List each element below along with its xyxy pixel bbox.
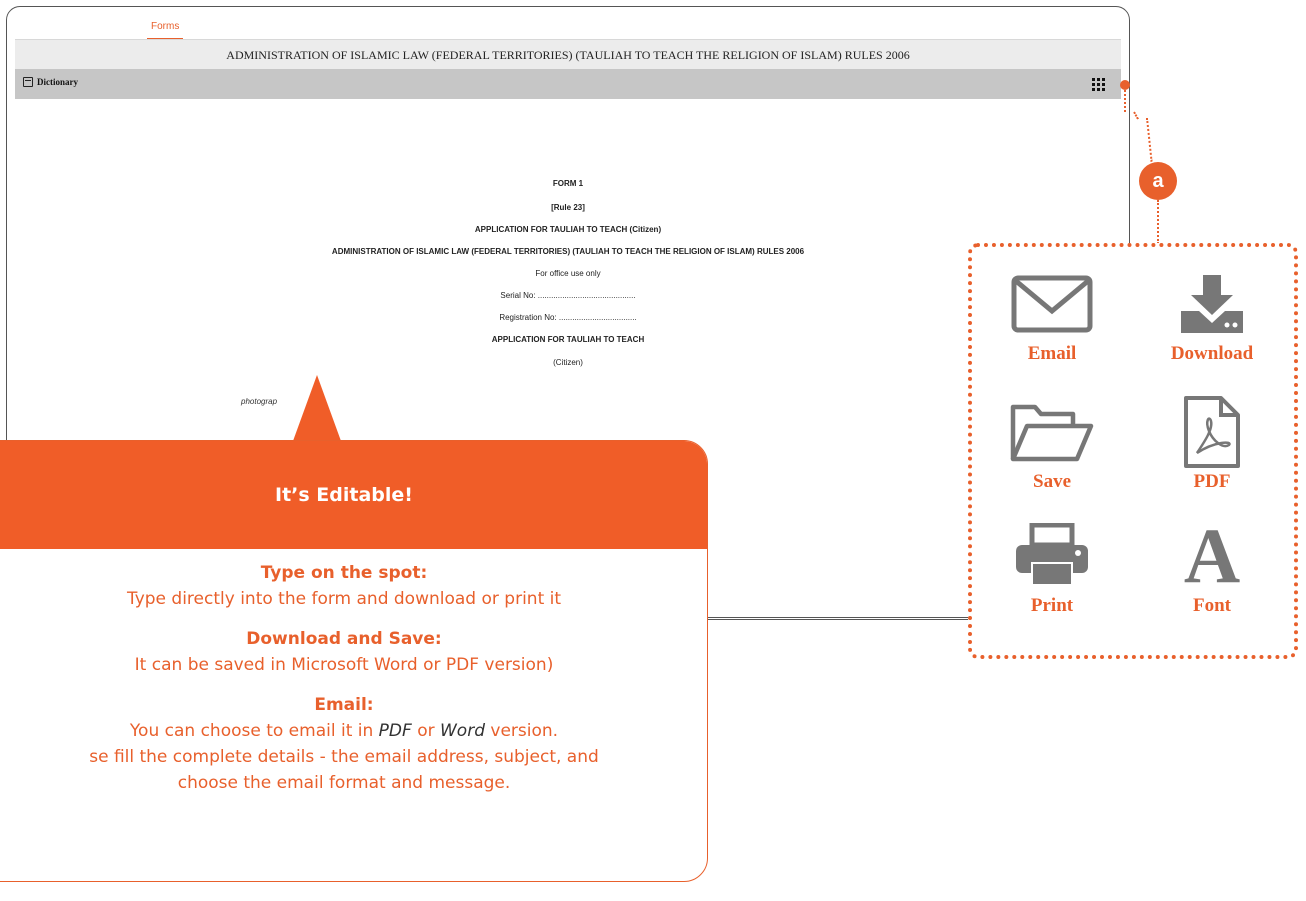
office-use-label: For office use only bbox=[535, 269, 601, 278]
font-action[interactable]: A Font bbox=[1142, 512, 1282, 617]
serial-number-field[interactable]: Serial No: .............................… bbox=[15, 291, 1121, 300]
save-action[interactable]: Save bbox=[982, 395, 1122, 493]
pdf-action[interactable]: PDF bbox=[1142, 395, 1282, 493]
photograph-label: photograp bbox=[241, 397, 278, 406]
email-details-text: se fill the complete details - the email… bbox=[89, 747, 599, 767]
envelope-icon bbox=[982, 267, 1122, 341]
rule-reference: [Rule 23] bbox=[551, 203, 585, 212]
connector-line bbox=[1157, 200, 1159, 244]
download-action[interactable]: Download bbox=[1142, 267, 1282, 365]
email-label: Email bbox=[1027, 343, 1077, 364]
form-act-heading: ADMINISTRATION OF ISLAMIC LAW (FEDERAL T… bbox=[331, 247, 805, 256]
tab-forms[interactable]: Forms bbox=[147, 21, 184, 39]
pdf-label: PDF bbox=[1193, 471, 1231, 492]
annotation-badge: a bbox=[1139, 162, 1177, 200]
application-heading: APPLICATION FOR TAULIAH TO TEACH bbox=[491, 335, 645, 344]
connector-line bbox=[1124, 90, 1126, 112]
callout-title: It’s Editable! bbox=[0, 441, 707, 549]
dictionary-button[interactable]: Dictionary bbox=[23, 77, 78, 87]
type-text: Type directly into the form and download… bbox=[126, 589, 562, 609]
email-format-text: choose the email format and message. bbox=[177, 773, 511, 793]
download-icon bbox=[1142, 267, 1282, 341]
email-text: You can choose to email it in PDF or Wor… bbox=[129, 721, 559, 741]
pdf-icon bbox=[1142, 395, 1282, 469]
document-toolbar: Dictionary bbox=[15, 69, 1121, 99]
print-label: Print bbox=[1030, 595, 1074, 616]
save-label: Save bbox=[1033, 471, 1071, 492]
document-title: ADMINISTRATION OF ISLAMIC LAW (FEDERAL T… bbox=[15, 39, 1121, 70]
frame-bottom-line bbox=[700, 617, 968, 618]
grid-menu-icon[interactable] bbox=[1092, 78, 1105, 91]
folder-icon bbox=[982, 395, 1122, 469]
download-label: Download bbox=[1170, 343, 1254, 364]
download-text: It can be saved in Microsoft Word or PDF… bbox=[134, 655, 554, 675]
action-panel: Email Download Save PDF Print A Font bbox=[968, 243, 1298, 659]
email-heading: Email: bbox=[314, 695, 374, 715]
download-heading: Download and Save: bbox=[246, 629, 442, 649]
citizen-label: (Citizen) bbox=[553, 358, 583, 367]
dictionary-label: Dictionary bbox=[37, 77, 78, 87]
type-heading: Type on the spot: bbox=[260, 563, 428, 583]
grid-pointer-dot bbox=[1120, 80, 1130, 90]
editable-callout: It’s Editable! Type on the spot: Type di… bbox=[0, 440, 708, 882]
print-action[interactable]: Print bbox=[982, 519, 1122, 617]
font-icon: A bbox=[1183, 512, 1241, 599]
connector-line bbox=[1133, 111, 1139, 120]
connector-line bbox=[1146, 117, 1153, 162]
email-action[interactable]: Email bbox=[982, 267, 1122, 365]
callout-pointer bbox=[293, 375, 341, 441]
printer-icon bbox=[982, 519, 1122, 593]
font-label: Font bbox=[1193, 595, 1231, 616]
form-number: FORM 1 bbox=[552, 179, 584, 188]
registration-number-field[interactable]: Registration No: .......................… bbox=[15, 313, 1121, 322]
form-heading: APPLICATION FOR TAULIAH TO TEACH (Citize… bbox=[474, 225, 662, 234]
dictionary-icon bbox=[23, 77, 33, 87]
